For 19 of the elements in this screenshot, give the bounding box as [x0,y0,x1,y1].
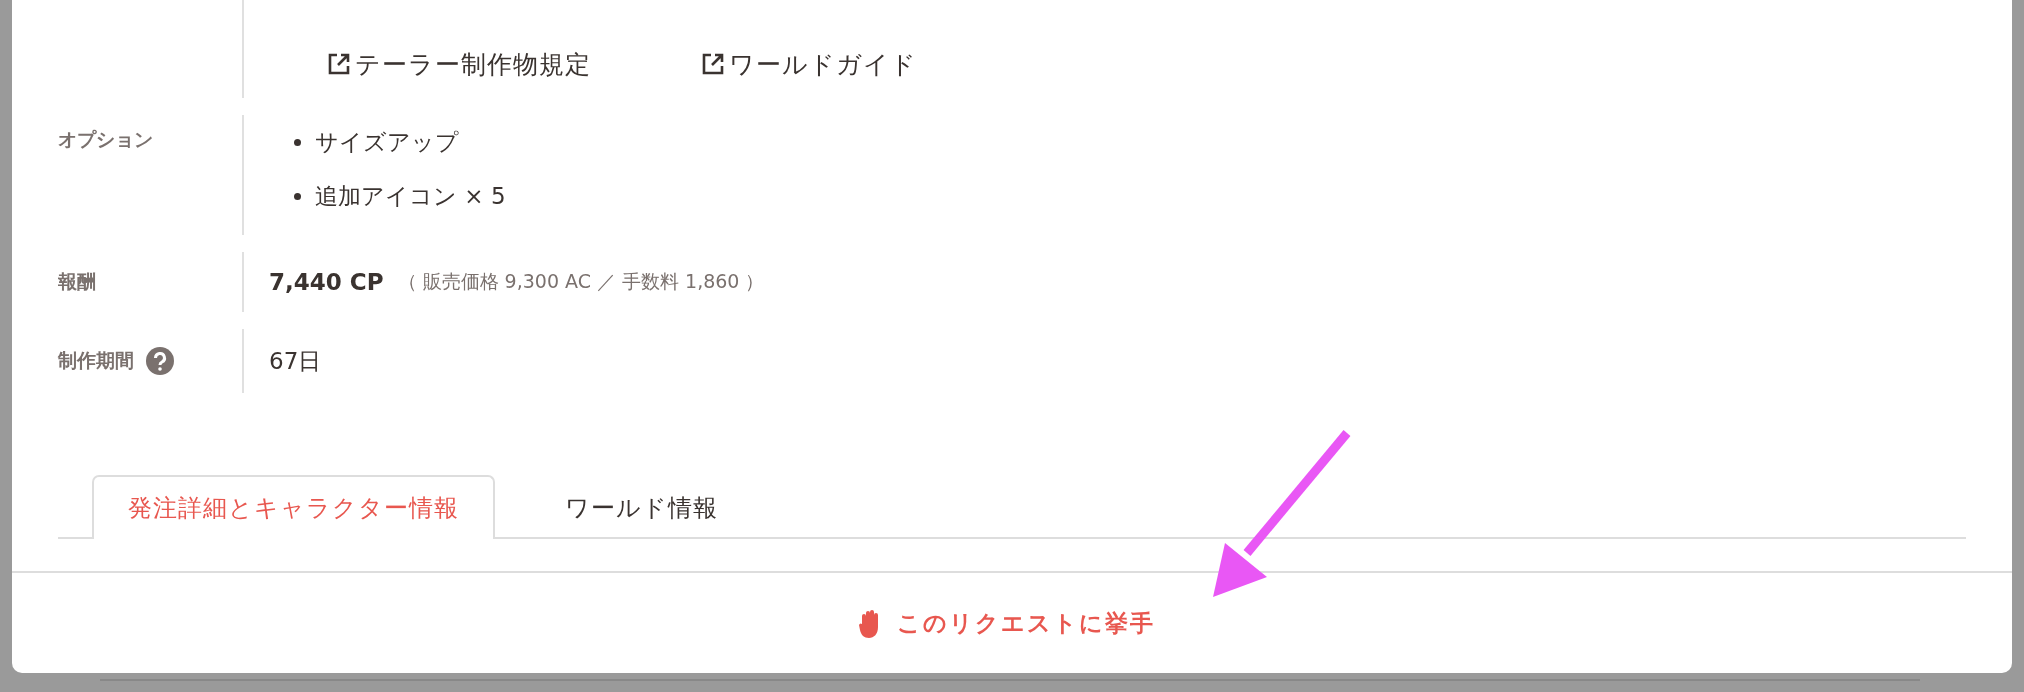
external-link[interactable]: テーラー制作物規定 [327,30,591,98]
field-label: オプション [58,127,154,152]
option-item: サイズアップ [315,127,459,157]
field-label: 制作期間 [58,348,134,373]
field-label: 報酬 [58,269,97,294]
field-value: 67日 [269,346,322,376]
raise-hand-button[interactable]: このリクエストに挙手 [851,604,1163,643]
reward-amount: 7,440 CP [269,269,384,295]
help-icon[interactable] [146,347,174,375]
external-link-icon [327,52,351,76]
tab[interactable]: ワールド情報 [523,475,760,539]
option-item: 追加アイコン × 5 [315,181,506,211]
bullet-icon [294,138,301,146]
bullet-icon [294,192,301,200]
tab[interactable]: 発注詳細とキャラクター情報 [92,475,495,539]
price-detail: （ 販売価格 9,300 AC ／ 手数料 1,860 ） [397,269,765,294]
external-link[interactable]: ワールドガイド [701,30,917,98]
hand-icon [859,608,881,639]
external-link-icon [701,52,725,76]
